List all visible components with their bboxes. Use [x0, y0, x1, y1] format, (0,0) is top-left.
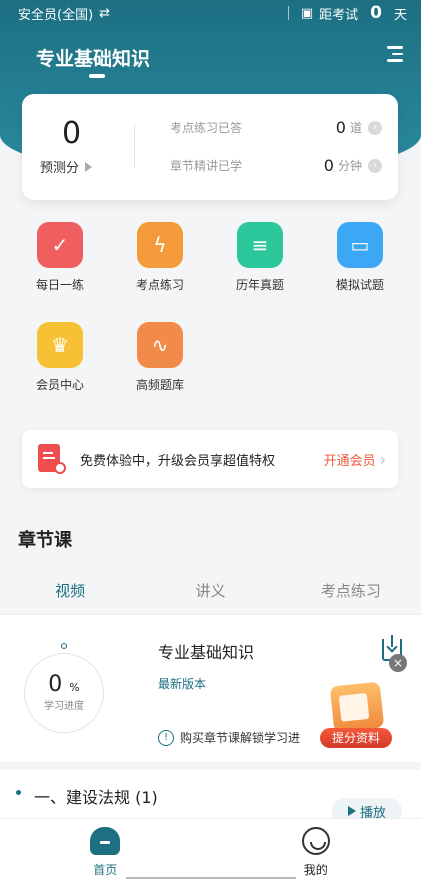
smiley-icon: [301, 827, 330, 855]
feature-member-center[interactable]: ♛ 会员中心: [20, 322, 100, 393]
exam-countdown: ▣ 距考试 0 天: [287, 3, 407, 23]
countdown-days: 0: [370, 3, 382, 23]
feature-mock-exams[interactable]: ▭ 模拟试题: [320, 222, 400, 293]
document-badge-icon: [34, 442, 68, 476]
unlock-text: 购买章节课解锁学习进: [180, 731, 301, 745]
unlock-prompt[interactable]: ! 购买章节课解锁学习进: [158, 729, 300, 746]
nav-home[interactable]: 首页: [0, 819, 211, 881]
switch-icon: ⇄: [99, 5, 111, 21]
triangle-right-icon: [85, 161, 93, 172]
divider: [134, 124, 135, 168]
tab-handout[interactable]: 讲义: [140, 580, 280, 614]
feature-label: 高频题库: [135, 378, 184, 392]
chapter-study-label: 章节精讲已学: [170, 159, 243, 173]
section-title: 章节课: [18, 530, 72, 551]
chapter-study-value: 0: [323, 156, 334, 175]
bottom-nav: 首页 我的: [0, 818, 421, 881]
feature-daily-practice[interactable]: ✓ 每日一练: [20, 222, 100, 293]
countdown-label: 距考试: [319, 7, 359, 23]
menu-icon-line: [387, 59, 403, 62]
points-practiced-unit: 道: [349, 121, 362, 135]
nav-me[interactable]: 我的: [211, 819, 421, 881]
promo-cta-label: 开通会员: [323, 453, 376, 469]
exam-scope-switcher[interactable]: 安全员(全国) ⇄: [18, 4, 110, 23]
feature-past-exams[interactable]: ≡ 历年真题: [220, 222, 300, 293]
document-edit-icon: ≡: [237, 222, 283, 268]
home-indicator: [126, 877, 296, 879]
calendar-icon: ▣: [300, 5, 314, 21]
info-icon: !: [158, 729, 174, 746]
progress-dot: [61, 643, 67, 649]
countdown-unit: 天: [393, 7, 407, 23]
progress-ring: 0 % 学习进度: [24, 643, 104, 733]
tab-point-practice[interactable]: 考点练习: [281, 580, 421, 614]
wave-doc-icon: ∿: [137, 322, 183, 368]
chart-screen-icon: ▭: [337, 222, 383, 268]
predicted-score-value: 0: [62, 116, 82, 151]
chevron-right-icon: ›: [368, 158, 382, 173]
chapter-study-unit: 分钟: [337, 159, 362, 173]
bullet-dot: [16, 790, 21, 795]
course-tabs: 视频 讲义 考点练习: [0, 580, 421, 614]
lightning-icon: ϟ: [137, 222, 183, 268]
chapter-row[interactable]: 一、建设法规 (1) 播放: [0, 770, 421, 824]
nav-label: 我的: [303, 863, 328, 877]
predicted-score[interactable]: 0 预测分: [40, 116, 130, 176]
progress-value: 0: [48, 672, 63, 697]
title-underline: [89, 74, 105, 78]
status-bar: 安全员(全国) ⇄ ▣ 距考试 0 天: [0, 0, 421, 26]
membership-promo-banner[interactable]: 免费体验中，升级会员享超值特权 开通会员 ›: [22, 430, 398, 488]
feature-high-frequency[interactable]: ∿ 高频题库: [120, 322, 200, 393]
close-icon[interactable]: ×: [389, 654, 407, 672]
divider: [287, 6, 289, 20]
page-title[interactable]: 专业基础知识: [36, 44, 150, 71]
open-membership-button[interactable]: 开通会员 ›: [324, 450, 386, 469]
chapter-title: 一、建设法规 (1): [34, 788, 158, 807]
document-icon: [329, 681, 385, 733]
floating-promo-label: 提分资料: [320, 728, 392, 748]
feature-label: 会员中心: [35, 378, 84, 392]
chapter-study-row[interactable]: 章节精讲已学 0 分钟 ›: [170, 156, 382, 175]
exam-scope: 安全员(全国): [18, 7, 94, 23]
chevron-right-icon: ›: [379, 449, 386, 469]
promo-text: 免费体验中，升级会员享超值特权: [80, 453, 276, 469]
points-practiced-row[interactable]: 考点练习已答 0 道 ›: [170, 118, 382, 137]
home-icon: [90, 827, 121, 855]
play-icon: [347, 806, 356, 816]
points-practiced-label: 考点练习已答: [170, 121, 243, 135]
nav-label: 首页: [93, 863, 118, 877]
feature-label: 历年真题: [235, 278, 284, 292]
calendar-check-icon: ✓: [37, 222, 83, 268]
progress-unit: %: [69, 681, 80, 694]
tab-video[interactable]: 视频: [0, 580, 140, 614]
feature-label: 考点练习: [135, 278, 184, 292]
badge-shape: [54, 462, 66, 474]
feature-point-practice[interactable]: ϟ 考点练习: [120, 222, 200, 293]
course-title: 专业基础知识: [158, 643, 255, 662]
menu-icon-line: [391, 52, 403, 55]
menu-icon-line: [387, 46, 403, 49]
menu-button[interactable]: [387, 46, 403, 62]
progress-label: 学习进度: [44, 701, 84, 712]
stats-card: 0 预测分 考点练习已答 0 道 › 章节精讲已学 0 分钟 ›: [22, 94, 398, 200]
feature-label: 每日一练: [35, 278, 84, 292]
chevron-right-icon: ›: [368, 120, 382, 135]
course-version: 最新版本: [158, 677, 207, 691]
points-practiced-value: 0: [335, 118, 346, 137]
floating-promo[interactable]: 提分资料: [320, 681, 392, 750]
feature-label: 模拟试题: [335, 278, 384, 292]
predicted-score-label: 预测分: [40, 161, 80, 176]
crown-icon: ♛: [37, 322, 83, 368]
